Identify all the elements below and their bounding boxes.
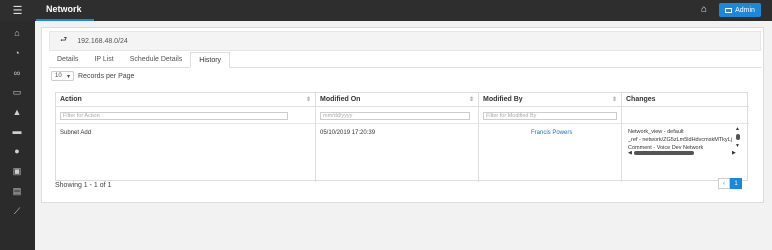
- chevron-down-icon: ▾: [66, 73, 70, 80]
- change-line: Network_view - default: [628, 129, 684, 135]
- cell-modified-on: 05/10/2019 17:20:39: [320, 130, 376, 136]
- scroll-down-icon[interactable]: ▼: [735, 143, 740, 149]
- binoculars-icon[interactable]: ∞: [11, 68, 23, 78]
- hamburger-menu-icon[interactable]: ☰: [0, 0, 35, 21]
- records-per-page: 10 ▾ Records per Page: [51, 71, 134, 81]
- sort-icon[interactable]: ⇕: [469, 96, 474, 103]
- filter-action-input[interactable]: Filter for Action: [60, 112, 288, 120]
- sort-icon[interactable]: ⇕: [306, 96, 311, 103]
- page-button[interactable]: 1: [730, 178, 742, 189]
- network-address: 192.168.48.0/24: [77, 37, 128, 45]
- records-per-page-label: Records per Page: [78, 72, 135, 80]
- cell-modified-by[interactable]: Francis Powers: [531, 130, 572, 136]
- change-line: _ref - network/ZG5zLm5ldHdvcmskMTkyLj: [628, 137, 732, 143]
- column-modified-on: Modified On ⇕ mm/dd/yyyy 05/10/2019 17:2…: [316, 93, 479, 182]
- header-modified-on[interactable]: Modified On ⇕: [316, 93, 478, 107]
- home-icon[interactable]: ⌂: [697, 3, 711, 17]
- scrollbar-thumb[interactable]: [736, 134, 740, 140]
- home-icon[interactable]: ⌂: [11, 28, 23, 38]
- admin-label: Admin: [735, 6, 755, 14]
- filter-modified-by-input[interactable]: Filter for Modified By: [483, 112, 617, 120]
- page-title: Network: [46, 4, 82, 14]
- column-modified-by: Modified By ⇕ Filter for Modified By Fra…: [479, 93, 622, 182]
- changes-horizontal-scrollbar[interactable]: ◀ ▶: [628, 150, 738, 156]
- header-changes-label: Changes: [626, 96, 656, 103]
- scroll-right-icon[interactable]: ▶: [732, 150, 736, 156]
- showing-count: Showing 1 - 1 of 1: [55, 182, 112, 189]
- header-action[interactable]: Action ⇕: [56, 93, 315, 107]
- alert-icon[interactable]: ▲: [11, 107, 23, 117]
- tab-details[interactable]: Details: [49, 52, 86, 68]
- scroll-left-icon[interactable]: ◀: [628, 150, 632, 156]
- tab-history[interactable]: History: [190, 52, 231, 68]
- monitor-icon: [725, 7, 733, 13]
- chart-icon[interactable]: ⟋: [11, 206, 23, 216]
- tab-ip-list[interactable]: IP List: [86, 52, 121, 68]
- filter-row-divider: [56, 123, 749, 124]
- cell-action: Subnet Add: [60, 130, 92, 136]
- monitor-icon[interactable]: ▬: [11, 126, 23, 136]
- header-modified-by[interactable]: Modified By ⇕: [479, 93, 621, 107]
- header-modified-by-label: Modified By: [483, 96, 523, 103]
- main-content: ⮐ 192.168.48.0/24 Details IP List Schedu…: [35, 21, 772, 250]
- ipam-icon[interactable]: ▭: [11, 87, 23, 97]
- header-changes: Changes: [622, 93, 749, 107]
- header-action-label: Action: [60, 96, 82, 103]
- history-table: Action ⇕ Filter for Action Subnet Add Mo…: [55, 92, 749, 182]
- changes-vertical-scrollbar[interactable]: ▲ ▼: [735, 126, 741, 150]
- records-per-page-value: 10: [55, 73, 62, 79]
- prev-page-button[interactable]: ‹: [718, 178, 730, 189]
- sidebar: ⌂ ◔ ∞ ▭ ▲ ▬ ● ▣ ▤ ⟋: [0, 21, 35, 250]
- network-panel: ⮐ 192.168.48.0/24 Details IP List Schedu…: [41, 27, 764, 203]
- top-bar: ☰ Network ⌂ Admin: [0, 0, 772, 21]
- pagination: ‹ 1: [718, 178, 742, 189]
- briefcase-icon[interactable]: ▣: [11, 166, 23, 176]
- breadcrumb: ⮐ 192.168.48.0/24: [49, 31, 761, 51]
- records-per-page-select[interactable]: 10 ▾: [51, 71, 74, 81]
- scrollbar-thumb[interactable]: [634, 151, 694, 155]
- sort-icon[interactable]: ⇕: [612, 96, 617, 103]
- filter-modified-on-input[interactable]: mm/dd/yyyy: [320, 112, 470, 120]
- tab-bar: Details IP List Schedule Details History: [49, 52, 761, 68]
- header-modified-on-label: Modified On: [320, 96, 361, 103]
- tab-schedule-details[interactable]: Schedule Details: [122, 52, 191, 68]
- network-icon: ⮐: [60, 35, 68, 44]
- column-action: Action ⇕ Filter for Action Subnet Add: [56, 93, 316, 182]
- admin-button[interactable]: Admin: [719, 3, 761, 17]
- scroll-up-icon[interactable]: ▲: [735, 126, 740, 132]
- dashboard-icon[interactable]: ◔: [11, 48, 23, 58]
- book-icon[interactable]: ▤: [11, 186, 23, 196]
- users-icon[interactable]: ●: [11, 146, 23, 156]
